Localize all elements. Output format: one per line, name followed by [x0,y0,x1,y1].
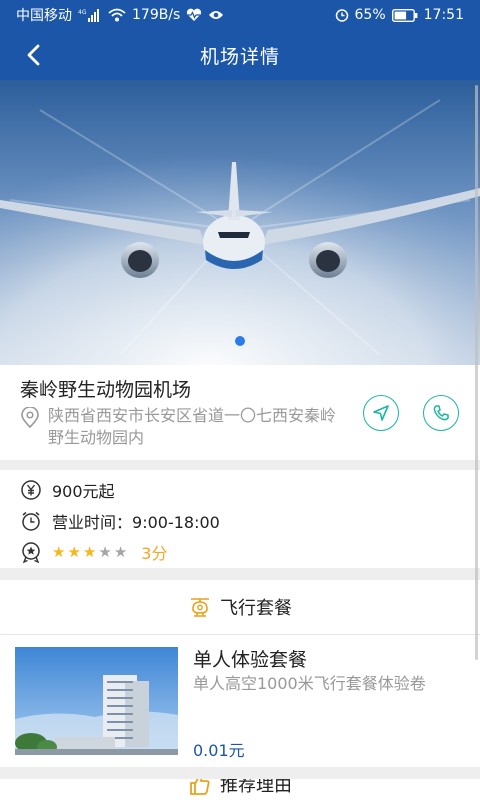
hours-label: 营业时间： [52,513,133,532]
wifi-icon [108,8,126,22]
heart-rate-icon [187,8,202,21]
package-price: 0.01元 [193,741,245,760]
star-filled-icon: ★ [67,542,81,561]
rating-stars: ★ ★ ★ ★ ★ [52,542,128,561]
hours-value: 9:00-18:00 [132,513,220,532]
helicopter-icon [191,598,209,617]
package-image [15,647,178,755]
yuan-icon [21,480,41,500]
navigation-arrow-icon [373,405,389,421]
package-name: 单人体验套餐 [193,649,308,671]
status-bar: 中国移动 4G 179B/s 65% 17:51 [0,0,480,30]
package-description: 单人高空1000米飞行套餐体验卷 [193,674,426,693]
battery-percent: 65% [354,7,386,23]
airport-details-card: 900元起 营业时间：9:00-18:00 ★ ★ ★ ★ ★ 3分 [0,470,480,568]
star-empty-icon: ★ [113,542,128,561]
svg-text:4G: 4G [78,9,87,16]
star-empty-icon: ★ [98,542,112,561]
airport-address: 陕西省西安市长安区省道一〇七西安秦岭野生动物园内 [48,406,337,447]
net-speed: 179B/s [132,7,181,23]
alarm-icon [335,9,348,22]
airport-name: 秦岭野生动物园机场 [20,379,192,401]
rating-row: ★ ★ ★ ★ ★ 3分 [20,540,167,564]
rating-score: 3分 [141,544,168,563]
flight-packages-title: 飞行套餐 [220,598,292,619]
package-item[interactable]: 单人体验套餐 单人高空1000米飞行套餐体验卷 0.01元 [0,635,480,767]
scrollbar[interactable] [475,85,478,660]
recommendation-title: 推荐理由 [220,779,292,796]
flight-packages-header: 飞行套餐 [0,580,480,635]
page-title: 机场详情 [199,45,280,68]
call-button[interactable] [423,395,459,431]
rating-badge-icon [22,542,40,563]
recommendation-header: 推荐理由 [0,779,480,800]
battery-icon [391,8,418,22]
star-filled-icon: ★ [82,542,97,561]
airport-info-card: 秦岭野生动物园机场 陕西省西安市长安区省道一〇七西安秦岭野生动物园内 [0,365,480,460]
chevron-left-icon [27,44,40,66]
back-button[interactable] [14,30,54,80]
carousel-indicator-dot[interactable] [235,336,245,346]
star-filled-icon: ★ [52,542,66,561]
signal-icon: 4G [78,9,99,22]
eye-icon [209,11,224,19]
navigate-button[interactable] [363,395,399,431]
phone-icon [433,405,449,421]
carrier-label: 中国移动 [16,8,72,24]
location-pin-icon [21,407,39,429]
hours-row: 营业时间：9:00-18:00 [20,509,220,533]
clock: 17:51 [423,7,464,23]
thumbs-up-icon [190,779,210,795]
airplane-photo [0,80,480,365]
price-row: 900元起 [20,478,115,502]
starting-price: 900元起 [52,482,115,501]
app-header: 机场详情 [0,30,480,80]
image-carousel[interactable] [0,80,480,365]
clock-icon [22,511,40,531]
